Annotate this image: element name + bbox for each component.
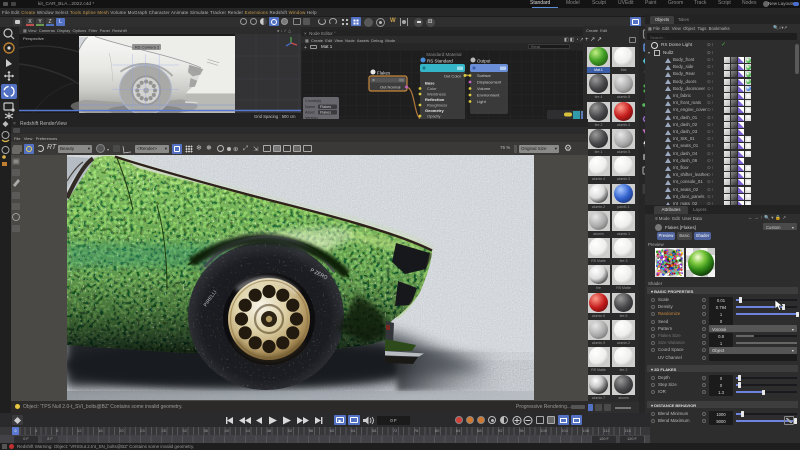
svg-text:Flakes: Flakes bbox=[377, 71, 391, 76]
svg-text:Standard Material: Standard Material bbox=[426, 52, 462, 57]
svg-text:RS Camera 2: RS Camera 2 bbox=[135, 45, 160, 50]
svg-text:Opacity: Opacity bbox=[427, 114, 441, 119]
svg-text:1 node(s): 1 node(s) bbox=[305, 99, 322, 103]
svg-text:Reflection: Reflection bbox=[425, 97, 445, 102]
svg-text:Flakes: Flakes bbox=[320, 111, 331, 115]
svg-text:Name: Name bbox=[305, 105, 315, 109]
svg-text:Displacement: Displacement bbox=[477, 80, 502, 85]
svg-text:Out Color: Out Color bbox=[444, 74, 462, 79]
svg-text:Environment: Environment bbox=[477, 93, 500, 98]
svg-text:Surface: Surface bbox=[477, 73, 492, 78]
svg-text:Flakes: Flakes bbox=[320, 105, 331, 109]
svg-text:RS Standard: RS Standard bbox=[427, 59, 453, 64]
svg-text:Roughness: Roughness bbox=[427, 103, 447, 108]
svg-text:Asset: Asset bbox=[305, 111, 315, 115]
svg-text:Out Normal: Out Normal bbox=[380, 85, 401, 90]
svg-text:Weirdness: Weirdness bbox=[427, 92, 446, 97]
svg-text:Light: Light bbox=[477, 99, 487, 104]
svg-text:Output: Output bbox=[477, 59, 491, 64]
svg-text:Base: Base bbox=[425, 81, 435, 86]
svg-text:Color: Color bbox=[427, 86, 437, 91]
svg-text:Volume: Volume bbox=[477, 86, 491, 91]
svg-text:Geometry: Geometry bbox=[425, 108, 444, 113]
